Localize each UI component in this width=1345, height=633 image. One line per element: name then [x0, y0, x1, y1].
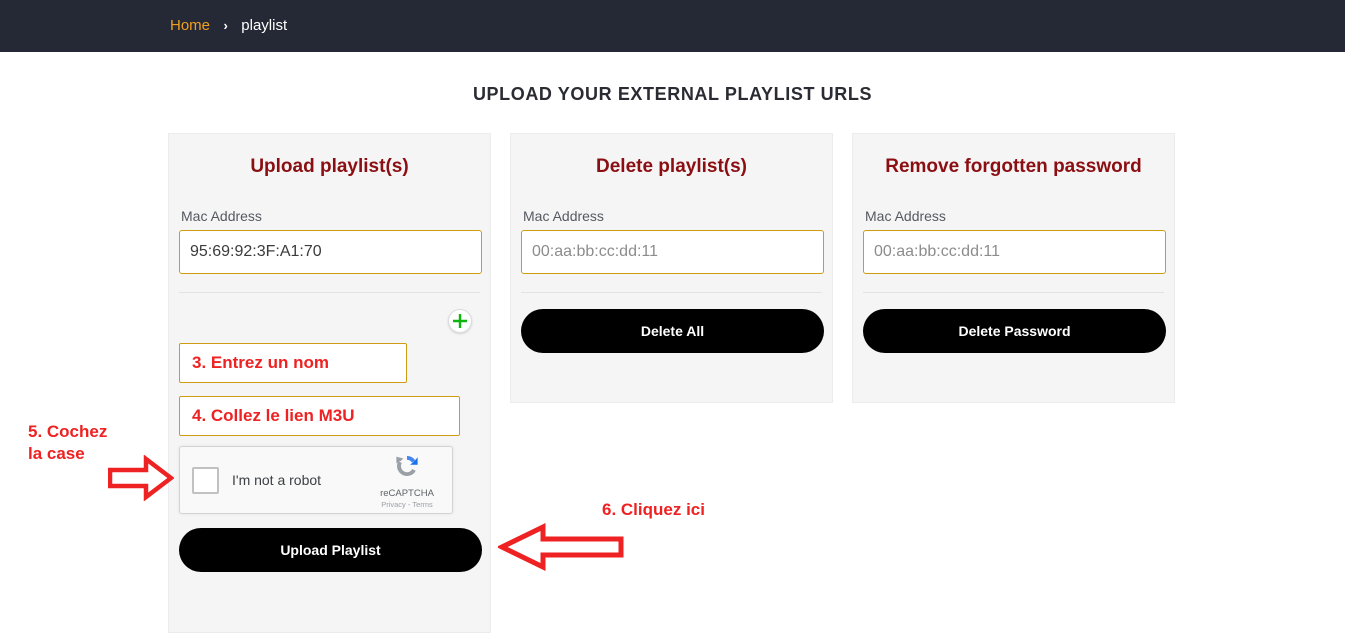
arrow-left-icon	[496, 522, 624, 576]
annotation-step5-line2: la case	[28, 444, 85, 463]
recaptcha-brand-name: reCAPTCHA	[380, 488, 434, 499]
recaptcha-logo-icon	[392, 456, 422, 485]
playlist-url-input[interactable]	[179, 396, 460, 436]
annotation-step5-line1: 5. Cochez	[28, 422, 108, 441]
mac-address-input-password[interactable]	[863, 230, 1166, 274]
delete-password-button[interactable]: Delete Password	[863, 309, 1166, 353]
mac-address-label-upload: Mac Address	[181, 208, 262, 224]
cards-container: Upload playlist(s) Mac Address I'm not a…	[168, 133, 1175, 633]
card-title-password: Remove forgotten password	[885, 156, 1142, 177]
divider-delete	[521, 292, 822, 293]
page-title: UPLOAD YOUR EXTERNAL PLAYLIST URLS	[472, 84, 873, 104]
upload-playlist-button[interactable]: Upload Playlist	[179, 528, 482, 572]
card-remove-password: Remove forgotten password Mac Address De…	[852, 133, 1175, 403]
breadcrumb-separator-icon: ›	[223, 18, 228, 33]
recaptcha-checkbox[interactable]	[192, 466, 219, 494]
breadcrumb-home-link[interactable]: Home	[170, 17, 210, 34]
annotation-step6: 6. Cliquez ici	[602, 500, 705, 519]
recaptcha-label: I'm not a robot	[232, 472, 322, 488]
playlist-name-input[interactable]	[179, 343, 407, 383]
card-upload-playlist: Upload playlist(s) Mac Address I'm not a…	[168, 133, 491, 633]
recaptcha-widget[interactable]: I'm not a robot reCAPTCHA Privacy - Term…	[179, 446, 453, 514]
card-delete-playlist: Delete playlist(s) Mac Address Delete Al…	[510, 133, 833, 403]
arrow-right-icon	[107, 454, 175, 506]
mac-address-label-password: Mac Address	[865, 208, 946, 224]
divider-password	[863, 292, 1164, 293]
plus-icon	[453, 314, 467, 328]
mac-address-label-delete: Mac Address	[523, 208, 604, 224]
card-title-delete: Delete playlist(s)	[596, 156, 747, 177]
annotation-step5: 5. Cochez la case	[28, 421, 107, 465]
mac-address-input-delete[interactable]	[521, 230, 824, 274]
add-playlist-row	[179, 309, 480, 339]
divider-upload	[179, 292, 480, 293]
upload-button-wrap: Upload Playlist	[179, 528, 482, 572]
recaptcha-brand: reCAPTCHA Privacy - Terms	[374, 451, 440, 509]
breadcrumb: Home › playlist	[170, 17, 287, 35]
recaptcha-legal-links[interactable]: Privacy - Terms	[374, 500, 440, 509]
mac-address-input-upload[interactable]	[179, 230, 482, 274]
card-title-upload: Upload playlist(s)	[250, 156, 409, 177]
top-header-bar: Home › playlist	[0, 0, 1345, 52]
add-playlist-button[interactable]	[448, 309, 472, 333]
breadcrumb-current-page: playlist	[241, 17, 288, 34]
delete-all-button[interactable]: Delete All	[521, 309, 824, 353]
